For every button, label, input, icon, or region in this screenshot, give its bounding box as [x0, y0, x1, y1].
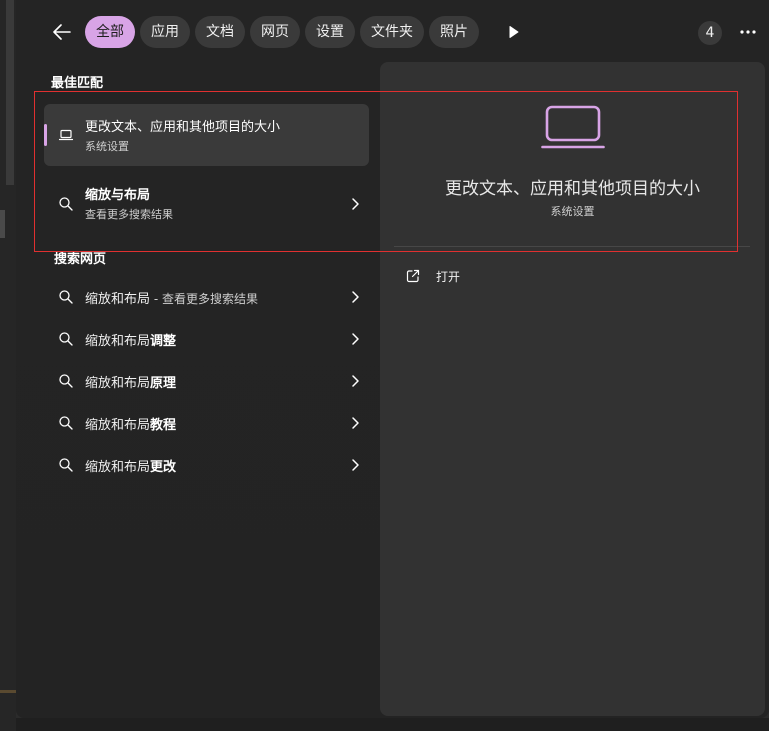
play-icon — [509, 26, 519, 38]
web-search-label: 缩放和布局教程 — [85, 418, 177, 433]
chip-documents[interactable]: 文档 — [195, 16, 245, 48]
back-arrow-icon — [53, 24, 71, 40]
background-window-tab — [0, 210, 5, 238]
chip-folders[interactable]: 文件夹 — [360, 16, 424, 48]
preview-title: 更改文本、应用和其他项目的大小 — [445, 179, 700, 199]
more-dots-icon — [740, 30, 756, 34]
web-search-item[interactable]: 缩放和布局教程 — [44, 403, 369, 443]
best-match-title: 更改文本、应用和其他项目的大小 — [85, 120, 281, 135]
best-match-item-zoom-layout[interactable]: 缩放与布局 查看更多搜索结果 — [44, 182, 369, 226]
laptop-icon — [58, 129, 74, 141]
background-taskbar-edge — [0, 690, 16, 693]
chip-settings[interactable]: 设置 — [305, 16, 355, 48]
search-icon — [59, 290, 73, 304]
search-icon — [59, 416, 73, 430]
preview-subtitle: 系统设置 — [550, 205, 595, 218]
chip-web[interactable]: 网页 — [250, 16, 300, 48]
search-icon — [59, 332, 73, 346]
more-options-button[interactable] — [737, 22, 759, 42]
chip-apps[interactable]: 应用 — [140, 16, 190, 48]
back-button[interactable] — [50, 20, 74, 44]
web-search-label: 缩放和布局更改 — [85, 460, 177, 475]
search-icon — [59, 374, 73, 388]
open-external-icon — [406, 269, 420, 283]
chevron-right-icon — [352, 333, 359, 345]
web-search-heading: 搜索网页 — [54, 252, 107, 267]
web-search-label: 缩放和布局 - 查看更多搜索结果 — [85, 292, 258, 307]
best-match-heading: 最佳匹配 — [51, 76, 104, 91]
rewards-badge[interactable]: 4 — [698, 21, 722, 45]
web-search-item[interactable]: 缩放和布局 - 查看更多搜索结果 — [44, 277, 369, 317]
search-filter-bar: 全部 应用 文档 网页 设置 文件夹 照片 4 — [16, 14, 769, 50]
search-panel: 全部 应用 文档 网页 设置 文件夹 照片 4 最佳匹配 更改文本、应用和其他项… — [16, 0, 769, 718]
chip-photos[interactable]: 照片 — [429, 16, 479, 48]
chevron-right-icon — [352, 375, 359, 387]
zoom-layout-subtitle: 查看更多搜索结果 — [85, 208, 173, 221]
chip-all[interactable]: 全部 — [85, 16, 135, 48]
filter-chips: 全部 应用 文档 网页 设置 文件夹 照片 — [85, 16, 479, 48]
zoom-layout-title: 缩放与布局 — [85, 188, 151, 203]
web-search-label: 缩放和布局调整 — [85, 334, 177, 349]
web-search-item[interactable]: 缩放和布局原理 — [44, 361, 369, 401]
web-search-item[interactable]: 缩放和布局调整 — [44, 319, 369, 359]
best-match-item-text-size[interactable]: 更改文本、应用和其他项目的大小 系统设置 — [44, 104, 369, 166]
chevron-right-icon — [352, 417, 359, 429]
search-icon — [59, 458, 73, 472]
chevron-right-icon — [352, 459, 359, 471]
chevron-right-icon — [352, 291, 359, 303]
open-action-label: 打开 — [436, 270, 461, 284]
desktop-background — [0, 0, 16, 731]
more-filters-button[interactable] — [506, 24, 522, 40]
selection-indicator — [44, 124, 47, 146]
preview-divider — [394, 246, 750, 247]
web-search-item[interactable]: 缩放和布局更改 — [44, 445, 369, 485]
web-search-label: 缩放和布局原理 — [85, 376, 177, 391]
preview-pane: 更改文本、应用和其他项目的大小 系统设置 打开 — [380, 62, 765, 716]
chevron-right-icon — [352, 198, 359, 210]
laptop-icon — [541, 105, 605, 149]
search-icon — [59, 197, 73, 211]
background-window-edge — [6, 0, 14, 185]
best-match-subtitle: 系统设置 — [85, 140, 129, 153]
panel-bottom-edge — [16, 718, 769, 731]
